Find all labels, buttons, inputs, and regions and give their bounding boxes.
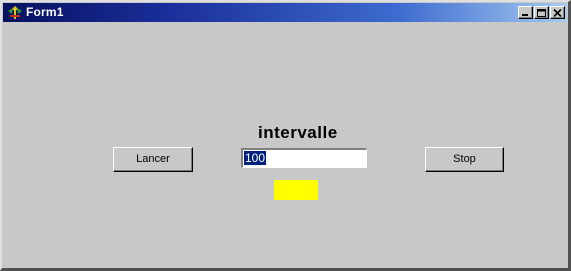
maximize-button[interactable] [534,6,549,19]
interval-input[interactable]: 100 [241,148,367,168]
minimize-button[interactable] [518,6,533,19]
close-button[interactable] [550,6,565,19]
form1-window: Form1 intervalle Lancer 100 Stop [0,0,571,271]
app-icon[interactable] [7,5,23,20]
title-bar[interactable]: Form1 [3,3,567,22]
stop-button[interactable]: Stop [425,147,504,172]
interval-label: intervalle [258,123,338,142]
maximize-icon [537,9,546,17]
start-button[interactable]: Lancer [113,147,193,172]
close-icon [553,9,562,17]
interval-input-value: 100 [244,151,267,165]
yellow-indicator-panel [274,180,318,200]
minimize-icon [522,14,528,16]
window-title: Form1 [26,5,64,19]
